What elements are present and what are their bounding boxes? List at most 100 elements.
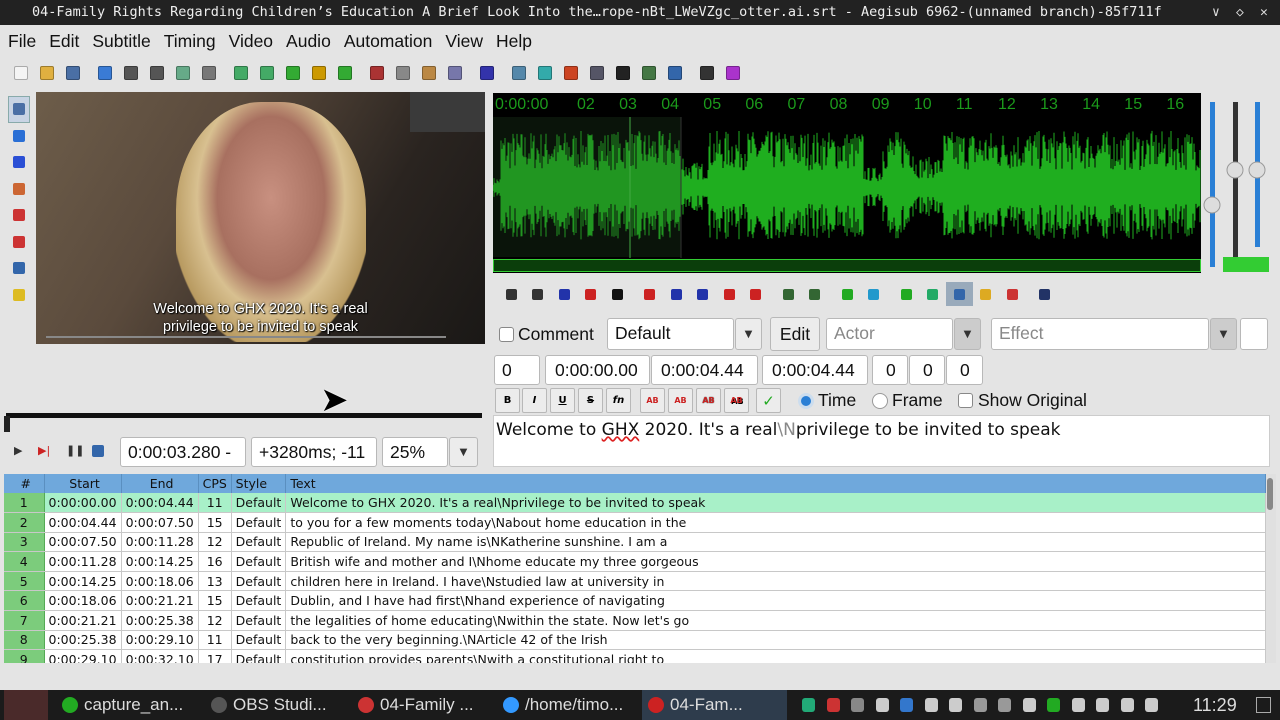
snap-end-icon[interactable] <box>802 282 829 306</box>
play-line-icon[interactable]: ▶| <box>38 444 50 457</box>
auto-commit-icon[interactable] <box>893 282 920 306</box>
strikeout-button[interactable]: S <box>578 388 603 413</box>
menu-help[interactable]: Help <box>496 31 532 52</box>
layer-field[interactable]: 0 <box>494 355 540 385</box>
clip-rect-icon[interactable] <box>8 229 30 256</box>
minimize-button[interactable]: ∨ <box>1212 0 1220 25</box>
assistant-icon[interactable] <box>662 62 688 84</box>
brave-icon[interactable] <box>826 698 840 712</box>
menu-view[interactable]: View <box>445 31 483 52</box>
scale-icon[interactable] <box>8 202 30 229</box>
italic-button[interactable]: I <box>522 388 547 413</box>
jump-to-icon[interactable] <box>92 62 118 84</box>
timing-postprocess-icon[interactable] <box>506 62 532 84</box>
select-lines-icon[interactable] <box>584 62 610 84</box>
resample-icon[interactable] <box>474 62 500 84</box>
auto-next-icon[interactable] <box>920 282 947 306</box>
effect-dropdown-icon[interactable]: ▼ <box>1210 318 1237 350</box>
network-manager-icon[interactable] <box>998 698 1011 712</box>
shift-times-icon[interactable] <box>558 62 584 84</box>
col-start[interactable]: Start <box>44 474 122 493</box>
next-line-icon[interactable] <box>525 282 552 306</box>
video-seek-bar[interactable] <box>6 413 482 418</box>
nvidia-icon[interactable] <box>1047 698 1060 712</box>
font-button[interactable]: fn <box>606 388 631 413</box>
close-video-icon[interactable] <box>254 62 280 84</box>
notification-icon[interactable] <box>875 698 889 712</box>
attachments-icon[interactable] <box>170 62 196 84</box>
video-offset-field[interactable]: +3280ms; -11 <box>251 437 377 467</box>
auto-scroll-icon[interactable] <box>946 282 973 306</box>
play-end-icon[interactable] <box>716 282 743 306</box>
new-file-icon[interactable] <box>8 62 34 84</box>
margin-right-field[interactable]: 0 <box>909 355 945 385</box>
table-row[interactable]: 7 0:00:21.21 0:00:25.38 12 Default the legali… <box>4 610 1266 631</box>
fonts-collector-icon[interactable] <box>196 62 222 84</box>
vector-clip-icon[interactable] <box>8 255 30 282</box>
table-row[interactable]: 3 0:00:07.50 0:00:11.28 12 Default Republic o… <box>4 532 1266 553</box>
tray-expand-icon[interactable] <box>1145 698 1158 712</box>
menu-subtitle[interactable]: Subtitle <box>92 31 150 52</box>
play-start-icon[interactable] <box>690 282 717 306</box>
obs-icon[interactable] <box>851 698 864 712</box>
play-to-end-icon[interactable] <box>743 282 770 306</box>
battery-icon[interactable] <box>1022 698 1036 712</box>
prev-line-icon[interactable] <box>498 282 525 306</box>
col-end[interactable]: End <box>121 474 199 493</box>
bluetooth-icon[interactable] <box>802 698 815 712</box>
taskbar-item[interactable]: capture_an... <box>56 690 196 720</box>
open-video-icon[interactable] <box>228 62 254 84</box>
audio-waveform[interactable]: 0:00:00 02 03 04 05 06 07 08 09 10 11 12 13 14 15 16 <box>493 93 1201 273</box>
zoom-dropdown-icon[interactable]: ▼ <box>449 437 478 467</box>
table-row[interactable]: 9 0:00:29.10 0:00:32.10 17 Default constituti… <box>4 649 1266 663</box>
help-icon[interactable] <box>8 282 30 309</box>
show-original-checkbox[interactable] <box>958 393 973 408</box>
play-icon[interactable]: ▶ <box>14 444 22 457</box>
options-icon[interactable] <box>694 62 720 84</box>
effect-field[interactable]: Effect <box>991 318 1209 350</box>
edit-style-icon[interactable] <box>416 62 442 84</box>
actor-dropdown-icon[interactable]: ▼ <box>954 318 981 350</box>
taskbar-item[interactable]: OBS Studi... <box>205 690 345 720</box>
margin-left-field[interactable]: 0 <box>872 355 908 385</box>
find-replace-icon[interactable] <box>144 62 170 84</box>
clock[interactable]: 11:29 <box>1193 690 1237 720</box>
taskbar-item[interactable]: 04-Fam... <box>642 690 787 720</box>
end-time-field[interactable]: 0:00:04.44 <box>651 355 758 385</box>
zoom-combo[interactable]: 25% <box>382 437 448 467</box>
rotate-z-icon[interactable] <box>8 149 30 176</box>
maximize-button[interactable]: ◇ <box>1236 0 1244 25</box>
drag-tool-icon[interactable] <box>8 123 30 150</box>
edit-style-button[interactable]: Edit <box>770 317 820 351</box>
time-radio[interactable] <box>798 393 814 409</box>
table-row[interactable]: 4 0:00:11.28 0:00:14.25 16 Default British wi… <box>4 551 1266 572</box>
col-cps[interactable]: CPS <box>198 474 232 493</box>
show-desktop-icon[interactable] <box>1256 697 1271 713</box>
shadow-color-button[interactable]: AB <box>724 388 749 413</box>
play-before-icon[interactable] <box>637 282 664 306</box>
style-combo[interactable]: Default <box>607 318 734 350</box>
menu-edit[interactable]: Edit <box>49 31 79 52</box>
pause-icon[interactable]: ❚❚ <box>66 444 84 457</box>
style-dropdown-icon[interactable]: ▼ <box>735 318 762 350</box>
primary-color-button[interactable]: AB <box>640 388 665 413</box>
play-line-icon[interactable] <box>578 282 605 306</box>
auto-scroll-video-icon[interactable] <box>92 445 104 457</box>
bluetooth-settings-icon[interactable] <box>973 698 987 712</box>
timing-icon[interactable] <box>610 62 636 84</box>
commit-icon[interactable] <box>834 282 861 306</box>
menu-automation[interactable]: Automation <box>344 31 433 52</box>
volume-icon[interactable] <box>1120 698 1134 712</box>
grid-scrollbar[interactable] <box>1266 474 1276 663</box>
goto-next-icon[interactable] <box>861 282 888 306</box>
audio-zoom-volume-sliders[interactable] <box>1203 100 1278 275</box>
open-file-icon[interactable] <box>34 62 60 84</box>
col-text[interactable]: Text <box>285 474 1266 493</box>
table-row[interactable]: 6 0:00:18.06 0:00:21.21 15 Default Dublin, an… <box>4 590 1266 612</box>
video-details-icon[interactable] <box>332 62 358 84</box>
table-row[interactable]: 1 0:00:00.00 0:00:04.44 11 Default Welcome to… <box>4 493 1266 514</box>
start-menu-icon[interactable] <box>4 690 48 720</box>
audio-scrollbar[interactable] <box>493 259 1201 272</box>
find-icon[interactable] <box>118 62 144 84</box>
secondary-color-button[interactable]: AB <box>668 388 693 413</box>
